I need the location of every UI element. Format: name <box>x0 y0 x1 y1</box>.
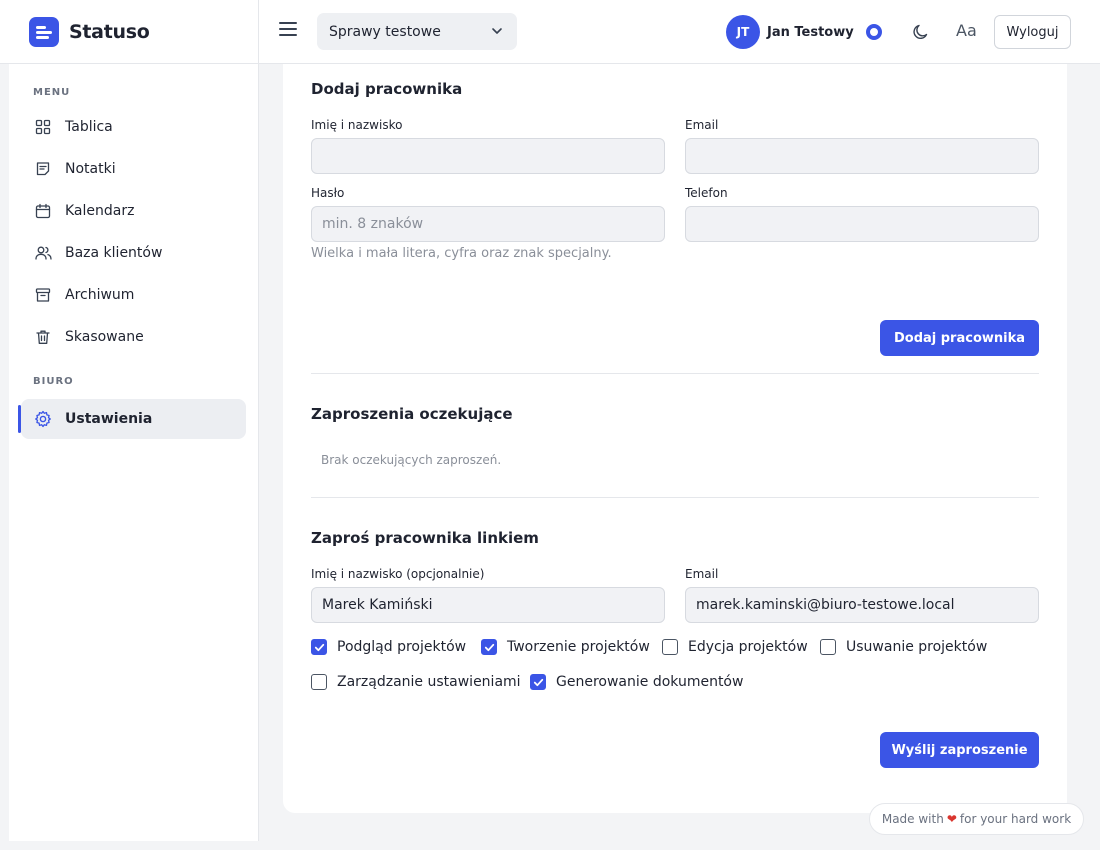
user-name: Jan Testowy <box>767 24 854 40</box>
sidebar-section-biuro: BIURO <box>33 376 74 387</box>
user-menu[interactable]: JT Jan Testowy <box>726 15 854 49</box>
perm-view-projects[interactable]: Podgląd projektów <box>311 639 466 655</box>
invite-email-field[interactable]: marek.kaminski@biuro-testowe.local <box>685 587 1039 623</box>
sidebar-section-menu: MENU <box>33 87 71 98</box>
trash-icon <box>34 328 52 346</box>
send-invitation-button[interactable]: Wyślij zaproszenie <box>880 732 1039 768</box>
sidebar-item-kalendarz[interactable]: Kalendarz <box>21 191 246 231</box>
add-employee-button[interactable]: Dodaj pracownika <box>880 320 1039 356</box>
checkbox-icon[interactable] <box>311 639 327 655</box>
checkbox-icon[interactable] <box>820 639 836 655</box>
phone-field[interactable] <box>685 206 1039 242</box>
checkbox-icon[interactable] <box>311 674 327 690</box>
logout-button[interactable]: Wyloguj <box>994 15 1071 49</box>
sidebar-item-label: Ustawienia <box>65 411 153 427</box>
moon-icon[interactable] <box>911 22 931 42</box>
add-employee-title: Dodaj pracownika <box>311 80 463 98</box>
grid-icon <box>34 118 52 136</box>
statuso-logo-icon <box>29 17 59 47</box>
perm-manage-settings[interactable]: Zarządzanie ustawieniami <box>311 674 521 690</box>
top-bar: Statuso Sprawy testowe JT Jan Testowy Aa… <box>0 0 1100 64</box>
sidebar-item-label: Baza klientów <box>65 245 163 261</box>
password-hint: Wielka i mała litera, cyfra oraz znak sp… <box>311 246 612 261</box>
invite-title: Zaproś pracownika linkiem <box>311 529 539 547</box>
email-label: Email <box>685 118 719 132</box>
sidebar-item-label: Archiwum <box>65 287 135 303</box>
invite-name-field[interactable]: Marek Kamiński <box>311 587 665 623</box>
sidebar-item-skasowane[interactable]: Skasowane <box>21 317 246 357</box>
perm-edit-projects[interactable]: Edycja projektów <box>662 639 808 655</box>
settings-card: Dodaj pracownika Imię i nazwisko Email H… <box>283 64 1067 813</box>
sidebar: MENU Tablica Notatki Kalendarz Baza klie… <box>9 64 259 841</box>
checkbox-icon[interactable] <box>530 674 546 690</box>
made-with-text: Made with <box>881 812 944 826</box>
perm-create-projects[interactable]: Tworzenie projektów <box>481 639 650 655</box>
chevron-down-icon <box>492 28 502 34</box>
brand-name: Statuso <box>69 21 150 43</box>
name-field[interactable] <box>311 138 665 174</box>
avatar: JT <box>726 15 760 49</box>
checkbox-label: Generowanie dokumentów <box>556 674 744 690</box>
password-field[interactable]: min. 8 znaków <box>311 206 665 242</box>
section-divider <box>311 497 1039 498</box>
checkbox-label: Edycja projektów <box>688 639 808 655</box>
gear-icon <box>34 410 52 428</box>
checkbox-label: Zarządzanie ustawieniami <box>337 674 521 690</box>
sidebar-item-notatki[interactable]: Notatki <box>21 149 246 189</box>
checkbox-label: Tworzenie projektów <box>507 639 650 655</box>
perm-delete-projects[interactable]: Usuwanie projektów <box>820 639 987 655</box>
sidebar-item-archiwum[interactable]: Archiwum <box>21 275 246 315</box>
font-size-toggle[interactable]: Aa <box>956 21 977 40</box>
status-toggle-icon[interactable] <box>866 24 882 40</box>
checkbox-icon[interactable] <box>662 639 678 655</box>
sidebar-item-label: Tablica <box>65 119 113 135</box>
case-select-value: Sprawy testowe <box>329 23 441 40</box>
name-label: Imię i nazwisko <box>311 118 403 132</box>
invite-name-label: Imię i nazwisko (opcjonalnie) <box>311 567 485 581</box>
note-icon <box>34 160 52 178</box>
archive-icon <box>34 286 52 304</box>
phone-label: Telefon <box>685 186 728 200</box>
sidebar-item-baza-klientow[interactable]: Baza klientów <box>21 233 246 273</box>
sidebar-item-label: Skasowane <box>65 329 144 345</box>
sidebar-item-tablica[interactable]: Tablica <box>21 107 246 147</box>
checkbox-label: Usuwanie projektów <box>846 639 988 655</box>
case-select[interactable]: Sprawy testowe <box>317 13 517 50</box>
menu-toggle-icon[interactable] <box>279 22 297 42</box>
email-field[interactable] <box>685 138 1039 174</box>
calendar-icon <box>34 202 52 220</box>
users-icon <box>34 244 52 262</box>
checkbox-icon[interactable] <box>481 639 497 655</box>
brand[interactable]: Statuso <box>0 0 259 64</box>
perm-generate-documents[interactable]: Generowanie dokumentów <box>530 674 743 690</box>
section-divider <box>311 373 1039 374</box>
pending-invitations-title: Zaproszenia oczekujące <box>311 405 513 423</box>
invite-email-label: Email <box>685 567 719 581</box>
sidebar-item-label: Kalendarz <box>65 203 135 219</box>
sidebar-item-label: Notatki <box>65 161 116 177</box>
password-label: Hasło <box>311 186 345 200</box>
checkbox-label: Podgląd projektów <box>337 639 467 655</box>
sidebar-item-ustawienia[interactable]: Ustawienia <box>18 399 246 439</box>
heart-icon: ❤ <box>946 812 957 826</box>
made-with-suffix: for your hard work <box>959 812 1072 826</box>
made-with-badge: Made with ❤ for your hard work <box>869 803 1084 835</box>
pending-empty-text: Brak oczekujących zaproszeń. <box>321 453 502 467</box>
